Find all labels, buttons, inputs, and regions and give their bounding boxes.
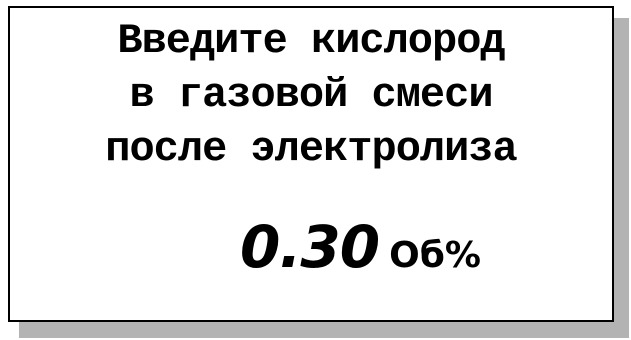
prompt-line-2: в газовой смеси <box>129 71 493 119</box>
oxygen-value-field[interactable]: 0.30 Об% <box>240 213 481 283</box>
oxygen-value[interactable]: 0.30 <box>240 213 380 281</box>
instrument-display: Введите кислород в газовой смеси после э… <box>8 6 614 322</box>
prompt-line-3: после электролиза <box>105 125 517 173</box>
oxygen-unit: Об% <box>389 235 481 276</box>
prompt-text: Введите кислород в газовой смеси после э… <box>10 14 612 176</box>
prompt-line-1: Введите кислород <box>117 17 505 65</box>
